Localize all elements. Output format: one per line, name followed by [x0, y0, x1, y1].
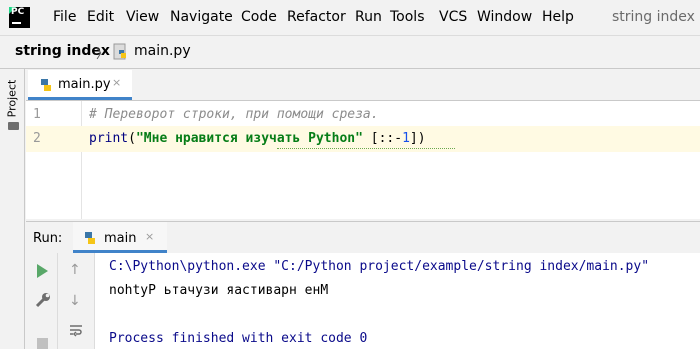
close-icon[interactable]: × — [112, 76, 121, 89]
menu-file[interactable]: File — [53, 9, 76, 25]
menu-vcs[interactable]: VCS — [439, 9, 467, 25]
soft-wrap-icon[interactable] — [68, 323, 84, 339]
menu-view[interactable]: View — [126, 9, 159, 25]
code-token-slice-close: ]) — [409, 131, 426, 146]
code-line-print[interactable]: print("Мне нравится изучать Python" [::-… — [89, 131, 426, 146]
menu-navigate[interactable]: Navigate — [170, 9, 233, 25]
play-icon[interactable] — [37, 264, 48, 278]
run-tab-label: main — [104, 231, 137, 246]
close-icon[interactable]: × — [145, 230, 154, 243]
console-line-command: C:\Python\python.exe "C:/Python project/… — [109, 259, 650, 274]
code-token-slice-open: [::- — [362, 131, 403, 146]
spellcheck-underline — [277, 146, 455, 149]
pycharm-logo-icon[interactable]: PC — [9, 7, 30, 28]
code-token-paren: ( — [128, 131, 136, 146]
folder-icon — [8, 122, 19, 130]
window-title: string index - — [612, 9, 700, 25]
stop-icon[interactable] — [37, 338, 48, 349]
python-file-icon — [38, 77, 54, 97]
python-file-icon — [112, 43, 130, 65]
line-number: 1 — [33, 107, 41, 122]
wrench-icon[interactable] — [35, 292, 51, 308]
run-panel-label: Run: — [33, 231, 63, 246]
menu-run[interactable]: Run — [355, 9, 382, 25]
menu-code[interactable]: Code — [241, 9, 277, 25]
menu-help[interactable]: Help — [542, 9, 574, 25]
breadcrumb-file[interactable]: main.py — [134, 43, 191, 59]
code-line-comment[interactable]: # Переворот строки, при помощи среза. — [89, 107, 379, 122]
console-line-output: nohtyP ьтачузи яастиварн енМ — [109, 283, 329, 298]
menu-window[interactable]: Window — [477, 9, 532, 25]
up-arrow-icon[interactable]: ↑ — [69, 262, 81, 278]
down-arrow-icon[interactable]: ↓ — [69, 293, 81, 309]
project-tab-label: Project — [5, 79, 19, 118]
menu-edit[interactable]: Edit — [87, 9, 114, 25]
code-token-func: print — [89, 131, 129, 146]
code-token-number: 1 — [402, 131, 410, 146]
menu-tools[interactable]: Tools — [390, 9, 425, 25]
console-line-exit: Process finished with exit code 0 — [109, 331, 368, 346]
python-icon — [82, 230, 98, 250]
menu-refactor[interactable]: Refactor — [287, 9, 346, 25]
tab-main-py-label: main.py — [58, 77, 111, 92]
breadcrumb-separator: 〉 — [96, 47, 110, 62]
code-token-string: "Мне нравится изучать Python" — [135, 131, 363, 146]
line-number: 2 — [33, 131, 41, 146]
